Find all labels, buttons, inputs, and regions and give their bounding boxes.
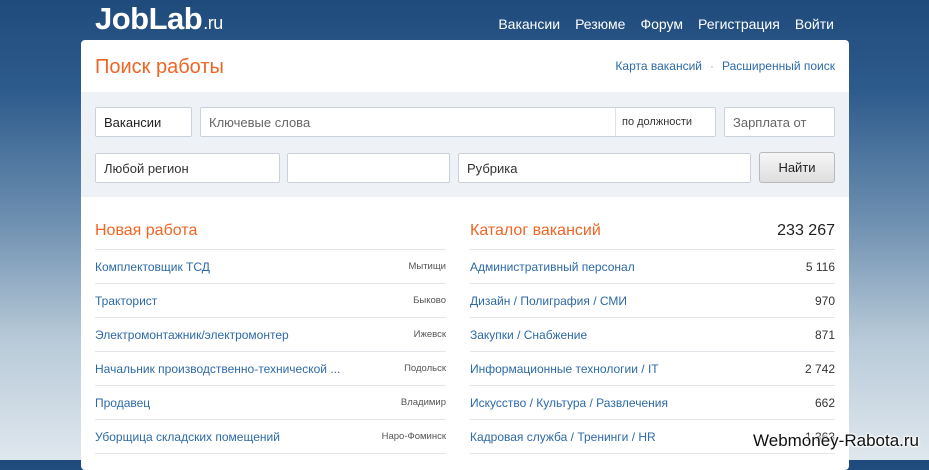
catalog-count: 5 116	[805, 259, 835, 274]
job-link[interactable]: Комплектовщик ТСД	[95, 260, 210, 274]
top-navigation: Вакансии Резюме Форум Регистрация Войти	[498, 16, 834, 32]
catalog-title: Каталог вакансий 233 267	[470, 218, 835, 250]
catalog-count: 662	[814, 395, 835, 410]
catalog-count: 2 742	[804, 361, 835, 376]
search-button[interactable]: Найти	[759, 152, 835, 183]
catalog-link[interactable]: Закупки / Снабжение	[470, 328, 587, 342]
job-row: Продавец Владимир	[95, 386, 446, 420]
catalog-link[interactable]: Искусство / Культура / Развлечения	[470, 396, 668, 410]
catalog-link[interactable]: Информационные технологии / IT	[470, 362, 659, 376]
job-city: Быково	[413, 295, 446, 306]
catalog-total: 233 267	[777, 222, 835, 239]
main-panel: Поиск работы Карта вакансий · Расширенный …	[81, 40, 849, 470]
catalog-row: Искусство / Культура / Развлечения 662	[470, 386, 835, 420]
nav-register[interactable]: Регистрация	[698, 16, 780, 32]
keywords-input[interactable]: Ключевые слова по должности	[200, 107, 716, 137]
advanced-search-link[interactable]: Расширенный поиск	[722, 59, 835, 73]
extra-input[interactable]	[287, 153, 450, 183]
catalog-column: Каталог вакансий 233 267 Административный…	[470, 218, 835, 454]
job-link[interactable]: Продавец	[95, 396, 150, 410]
job-city: Подольск	[404, 363, 446, 374]
job-city: Наро-Фоминск	[381, 431, 446, 442]
keywords-placeholder: Ключевые слова	[209, 114, 311, 130]
page-title: Поиск работы	[95, 56, 224, 78]
job-city: Мытищи	[408, 261, 446, 272]
catalog-row: Административный персонал 5 116	[470, 250, 835, 284]
site-logo[interactable]: JobLab.ru	[95, 1, 223, 37]
job-link[interactable]: Уборщица складских помещений	[95, 430, 280, 444]
catalog-row: Информационные технологии / IT 2 742	[470, 352, 835, 386]
catalog-count: 871	[814, 327, 835, 342]
catalog-link[interactable]: Административный персонал	[470, 260, 635, 274]
panel-header: Поиск работы Карта вакансий · Расширенный …	[81, 40, 849, 92]
rubric-select[interactable]: Рубрика	[458, 153, 751, 183]
catalog-row: Дизайн / Полиграфия / СМИ 970	[470, 284, 835, 318]
new-jobs-title: Новая работа	[95, 218, 446, 250]
header-links: Карта вакансий · Расширенный поиск	[615, 59, 835, 73]
catalog-link[interactable]: Дизайн / Полиграфия / СМИ	[470, 294, 627, 308]
salary-input[interactable]: Зарплата от	[724, 107, 835, 137]
link-separator: ·	[710, 59, 714, 73]
keywords-mode-select[interactable]: по должности	[615, 108, 715, 136]
catalog-count: 970	[814, 293, 835, 308]
logo-tld: .ru	[203, 13, 223, 33]
new-jobs-column: Новая работа Комплектовщик ТСД Мытищи Тра…	[95, 218, 446, 454]
job-link[interactable]: Начальник производственно-технической ..…	[95, 362, 340, 376]
job-row: Тракторист Быково	[95, 284, 446, 318]
logo-text: JobLab	[95, 1, 203, 36]
catalog-title-text: Каталог вакансий	[470, 222, 601, 239]
watermark-text: Webmoney-Rabota.ru	[753, 431, 919, 450]
job-row: Начальник производственно-технической ..…	[95, 352, 446, 386]
region-select[interactable]: Любой регион	[95, 153, 280, 183]
catalog-row: Закупки / Снабжение 871	[470, 318, 835, 352]
nav-forum[interactable]: Форум	[640, 16, 683, 32]
nav-login[interactable]: Войти	[795, 16, 834, 32]
search-type-select[interactable]: Вакансии	[95, 107, 192, 137]
nav-vacancies[interactable]: Вакансии	[498, 16, 560, 32]
job-city: Владимир	[400, 397, 446, 408]
job-link[interactable]: Тракторист	[95, 294, 157, 308]
job-row: Электромонтажник/электромонтер Ижевск	[95, 318, 446, 352]
search-form: Вакансии Ключевые слова по должности Зар…	[81, 92, 849, 197]
job-row: Уборщица складских помещений Наро-Фоминск	[95, 420, 446, 454]
job-city: Ижевск	[413, 329, 446, 340]
catalog-link[interactable]: Кадровая служба / Тренинги / HR	[470, 430, 656, 444]
job-link[interactable]: Электромонтажник/электромонтер	[95, 328, 289, 342]
nav-resumes[interactable]: Резюме	[575, 16, 625, 32]
job-row: Комплектовщик ТСД Мытищи	[95, 250, 446, 284]
vacancy-map-link[interactable]: Карта вакансий	[615, 59, 702, 73]
